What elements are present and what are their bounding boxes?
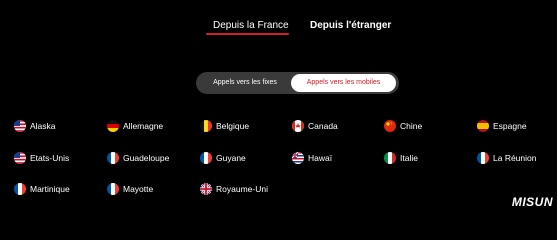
destination-label: Belgique xyxy=(216,121,250,131)
destination-label: La Réunion xyxy=(493,153,537,163)
destination-item[interactable]: Martinique xyxy=(14,182,70,196)
destination-item[interactable]: Etats-Unis xyxy=(14,151,69,165)
destination-item[interactable]: Royaume-Uni xyxy=(200,182,268,196)
toggle-option-fixes[interactable]: Appels vers les fixes xyxy=(199,74,291,92)
destination-item[interactable]: Guadeloupe xyxy=(107,151,169,165)
france-flag-icon xyxy=(200,152,212,164)
destination-label: Guadeloupe xyxy=(123,153,170,163)
destination-label: Royaume-Uni xyxy=(216,184,268,194)
call-type-toggle: Appels vers les fixes Appels vers les mo… xyxy=(196,72,399,94)
destination-item[interactable]: Belgique xyxy=(200,119,249,133)
destination-label: Alaska xyxy=(30,121,56,131)
france-flag-icon xyxy=(14,183,26,195)
destination-item[interactable]: La Réunion xyxy=(477,151,536,165)
destination-label: Canada xyxy=(308,121,338,131)
destination-item[interactable]: Italie xyxy=(384,151,418,165)
destination-label: Guyane xyxy=(216,153,246,163)
france-flag-icon xyxy=(107,152,119,164)
hawaii-flag-icon xyxy=(292,152,304,164)
belgium-flag-icon xyxy=(200,120,212,132)
destination-item[interactable]: Allemagne xyxy=(107,119,163,133)
germany-flag-icon xyxy=(107,120,119,132)
spain-flag-icon xyxy=(477,120,489,132)
destination-item[interactable]: Guyane xyxy=(200,151,246,165)
destination-label: Italie xyxy=(400,153,418,163)
china-flag-icon xyxy=(384,120,396,132)
watermark-logo: MISUN xyxy=(511,195,553,209)
france-flag-icon xyxy=(107,183,119,195)
destination-label: Etats-Unis xyxy=(30,153,70,163)
toggle-option-mobiles[interactable]: Appels vers les mobiles xyxy=(291,74,396,92)
destination-label: Espagne xyxy=(493,121,527,131)
destination-item[interactable]: Canada xyxy=(292,119,338,133)
origin-tabs: Depuis la France Depuis l'étranger xyxy=(0,20,557,40)
destination-item[interactable]: Hawaï xyxy=(292,151,332,165)
tab-depuis-la-france[interactable]: Depuis la France xyxy=(213,20,289,32)
canada-flag-icon xyxy=(292,120,304,132)
uk-flag-icon xyxy=(200,183,212,195)
tab-depuis-l-etranger[interactable]: Depuis l'étranger xyxy=(310,20,391,32)
destination-label: Mayotte xyxy=(123,184,154,194)
destination-label: Allemagne xyxy=(123,121,164,131)
destination-label: Chine xyxy=(400,121,423,131)
destination-item[interactable]: Alaska xyxy=(14,119,56,133)
destination-item[interactable]: Chine xyxy=(384,119,422,133)
destination-label: Martinique xyxy=(30,184,70,194)
destination-item[interactable]: Espagne xyxy=(477,119,527,133)
france-flag-icon xyxy=(477,152,489,164)
us-flag-icon xyxy=(14,120,26,132)
destination-item[interactable]: Mayotte xyxy=(107,182,153,196)
active-tab-underline xyxy=(206,33,289,35)
italy-flag-icon xyxy=(384,152,396,164)
us-flag-icon xyxy=(14,152,26,164)
destination-label: Hawaï xyxy=(308,153,333,163)
